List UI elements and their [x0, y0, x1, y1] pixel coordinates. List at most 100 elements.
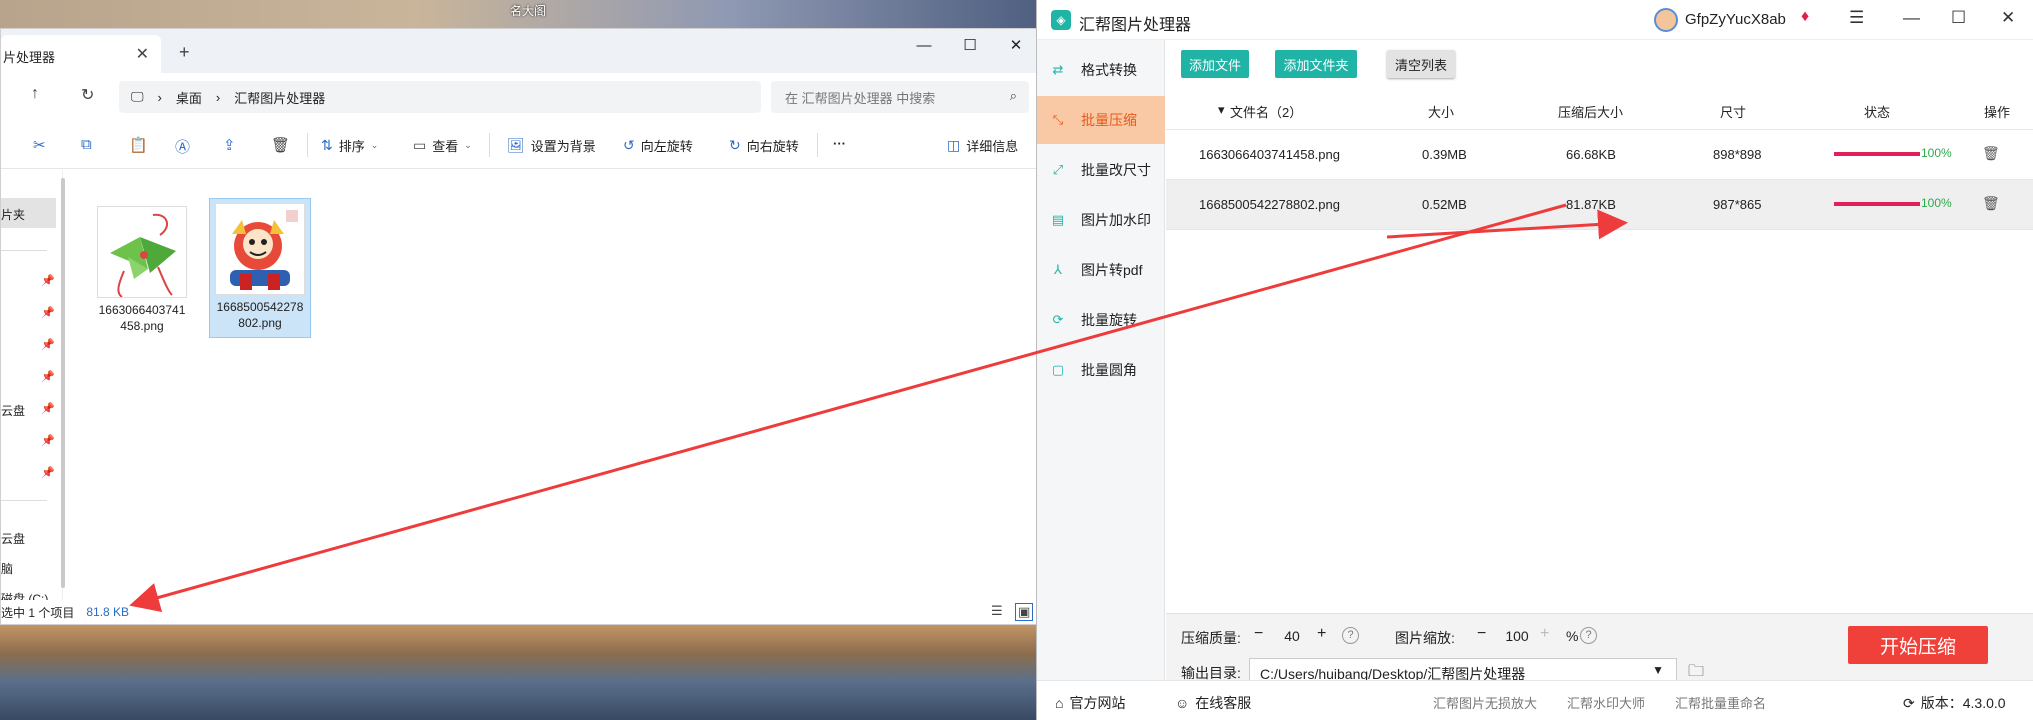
chevron-down-icon: ⌄	[464, 140, 472, 150]
footer-link-rename[interactable]: 汇帮批量重命名	[1675, 693, 1766, 712]
scale-help-icon[interactable]: ?	[1580, 627, 1597, 644]
sidebar-item-watermark[interactable]: ▤ 图片加水印	[1037, 196, 1165, 244]
nav-local-disk[interactable]: 磁盘 (C:)	[1, 590, 48, 600]
delete-row-icon[interactable]: 🗑	[1982, 195, 2000, 212]
clear-list-button[interactable]: 清空列表	[1387, 50, 1455, 78]
desktop-wallpaper-bottom	[0, 625, 1040, 720]
footer-link-watermark[interactable]: 汇帮水印大师	[1567, 693, 1645, 712]
scale-decrease-button[interactable]: −	[1477, 625, 1486, 643]
set-background-button[interactable]: 🖼 设置为背景	[507, 136, 596, 155]
paste-icon[interactable]: 📋	[129, 136, 148, 154]
quality-input[interactable]: 40	[1274, 628, 1310, 644]
nav-cloud-drive-2[interactable]: 云盘	[1, 530, 25, 547]
sort-button[interactable]: ⇅ 排序 ⌄	[321, 136, 378, 155]
rename-icon[interactable]: Ⓐ	[175, 136, 190, 157]
delete-icon[interactable]: 🗑	[271, 136, 290, 154]
rotate-left-button[interactable]: ↺ 向左旋转	[623, 136, 693, 155]
share-icon[interactable]: ⇪	[223, 136, 236, 154]
maximize-icon[interactable]: ☐	[1951, 8, 1966, 28]
sidebar-item-batch-compress[interactable]: ⤡ 批量压缩	[1037, 96, 1165, 144]
scale-increase-button[interactable]: +	[1540, 625, 1549, 643]
quality-decrease-button[interactable]: −	[1254, 625, 1263, 643]
explorer-body: 片夹 📌 📌 📌 📌 云盘 📌 📌 📌 云盘 脑 磁盘 (C:) 1663066…	[1, 170, 1039, 600]
pin-icon: 📌	[41, 403, 55, 415]
menu-icon[interactable]: ☰	[1849, 8, 1864, 28]
online-support-link[interactable]: ☺ 在线客服	[1175, 693, 1251, 713]
new-tab-icon[interactable]: +	[179, 42, 190, 63]
thumbnail-view-icon[interactable]: ▣	[1015, 603, 1034, 621]
cut-icon[interactable]: ✂	[33, 136, 46, 154]
version-info: ⟳ 版本：4.3.0.0	[1903, 693, 2006, 713]
avatar[interactable]	[1654, 8, 1678, 32]
scale-input[interactable]: 100	[1499, 628, 1535, 644]
file-item[interactable]: 1663066403741458.png	[91, 202, 193, 338]
view-button[interactable]: ▭ 查看 ⌄	[413, 136, 472, 155]
nav-scrollbar[interactable]	[61, 178, 65, 588]
sidebar-item-batch-rotate[interactable]: ⟳ 批量旋转	[1037, 296, 1165, 344]
column-header-name[interactable]: 文件名（2）	[1230, 102, 1302, 121]
list-view-icon[interactable]: ☰	[991, 603, 1003, 619]
table-row[interactable]: 1668500542278802.png 0.52MB 81.87KB 987*…	[1166, 180, 2033, 230]
close-tab-icon[interactable]: ✕	[136, 44, 149, 64]
app-sidebar: ⇄ 格式转换 ⤡ 批量压缩 ⤢ 批量改尺寸 ▤ 图片加水印 ⅄ 图片转pdf ⟳…	[1037, 40, 1165, 680]
sidebar-item-label: 批量圆角	[1081, 362, 1137, 378]
nav-quick-access[interactable]: 片夹	[1, 198, 56, 228]
more-options-button[interactable]: ···	[833, 136, 846, 151]
footer-link-upscale[interactable]: 汇帮图片无损放大	[1433, 693, 1537, 712]
file-item-selected[interactable]: 1668500542278802.png	[209, 198, 311, 338]
rotate-right-icon: ↻	[729, 137, 741, 153]
desktop-wallpaper-top: 名大阁	[0, 0, 1040, 28]
explorer-tab[interactable]: 片处理器 ✕	[1, 35, 161, 73]
file-name: 1668500542278802.png	[1199, 197, 1340, 212]
sidebar-item-label: 格式转换	[1081, 62, 1137, 78]
sidebar-item-batch-resize[interactable]: ⤢ 批量改尺寸	[1037, 146, 1165, 194]
delete-row-icon[interactable]: 🗑	[1982, 145, 2000, 162]
scale-unit: %	[1566, 628, 1579, 644]
sidebar-item-round-corner[interactable]: ▢ 批量圆角	[1037, 346, 1165, 394]
user-name[interactable]: GfpZyYucX8ab	[1685, 11, 1786, 28]
rotate-left-label: 向左旋转	[640, 139, 693, 154]
refresh-icon[interactable]: ↻	[81, 85, 94, 105]
version-label: 版本：4.3.0.0	[1920, 695, 2006, 711]
vip-diamond-icon[interactable]: ♦	[1801, 8, 1809, 26]
official-website-link[interactable]: ⌂ 官方网站	[1055, 693, 1125, 713]
up-arrow-icon[interactable]: ↑	[31, 85, 39, 103]
search-input[interactable]: 在 汇帮图片处理器 中搜索 ⌕	[771, 81, 1029, 113]
minimize-icon[interactable]: —	[901, 29, 947, 61]
sort-desc-icon[interactable]: ▾	[1218, 102, 1225, 118]
details-pane-button[interactable]: ◫ 详细信息	[947, 136, 1018, 155]
explorer-address-row: ↑ ↻ 🖵 › 桌面 › 汇帮图片处理器 在 汇帮图片处理器 中搜索 ⌕	[1, 73, 1039, 121]
add-file-button[interactable]: 添加文件	[1181, 50, 1249, 78]
nav-cloud-drive[interactable]: 云盘	[1, 402, 25, 419]
pin-icon: 📌	[41, 467, 55, 479]
sidebar-item-to-pdf[interactable]: ⅄ 图片转pdf	[1037, 246, 1165, 294]
copy-icon[interactable]: ⧉	[81, 136, 92, 153]
quality-help-icon[interactable]: ?	[1342, 627, 1359, 644]
maximize-icon[interactable]: ☐	[947, 29, 993, 61]
file-name: 1668500542278802.png	[216, 300, 304, 330]
sort-icon: ⇅	[321, 137, 333, 153]
home-icon: ⌂	[1055, 695, 1064, 711]
scale-label: 图片缩放:	[1395, 630, 1455, 646]
close-window-icon[interactable]: ✕	[2001, 8, 2015, 28]
nav-this-pc[interactable]: 脑	[1, 560, 13, 577]
nav-divider	[1, 250, 47, 251]
app-logo-icon: ◈	[1051, 10, 1071, 30]
watermark-icon: ▤	[1051, 212, 1065, 227]
breadcrumb-desktop[interactable]: 桌面	[176, 88, 202, 107]
search-icon: ⌕	[1009, 88, 1017, 103]
quality-increase-button[interactable]: +	[1317, 625, 1326, 643]
breadcrumb-folder[interactable]: 汇帮图片处理器	[234, 88, 325, 107]
address-bar[interactable]: 🖵 › 桌面 › 汇帮图片处理器	[119, 81, 761, 113]
column-header-status: 状态	[1864, 105, 1891, 120]
rotate-right-button[interactable]: ↻ 向右旋转	[729, 136, 799, 155]
add-folder-button[interactable]: 添加文件夹	[1275, 50, 1357, 78]
minimize-icon[interactable]: —	[1903, 8, 1920, 28]
toolbar-divider	[489, 133, 490, 157]
start-compress-button[interactable]: 开始压缩	[1848, 626, 1988, 664]
file-table-header: ▾ 文件名（2） 大小 压缩后大小 尺寸 状态 操作	[1166, 90, 2033, 130]
sidebar-item-format-convert[interactable]: ⇄ 格式转换	[1037, 46, 1165, 94]
table-row[interactable]: 1663066403741458.png 0.39MB 66.68KB 898*…	[1166, 130, 2033, 180]
close-window-icon[interactable]: ✕	[993, 29, 1039, 61]
pdf-icon: ⅄	[1054, 262, 1062, 277]
